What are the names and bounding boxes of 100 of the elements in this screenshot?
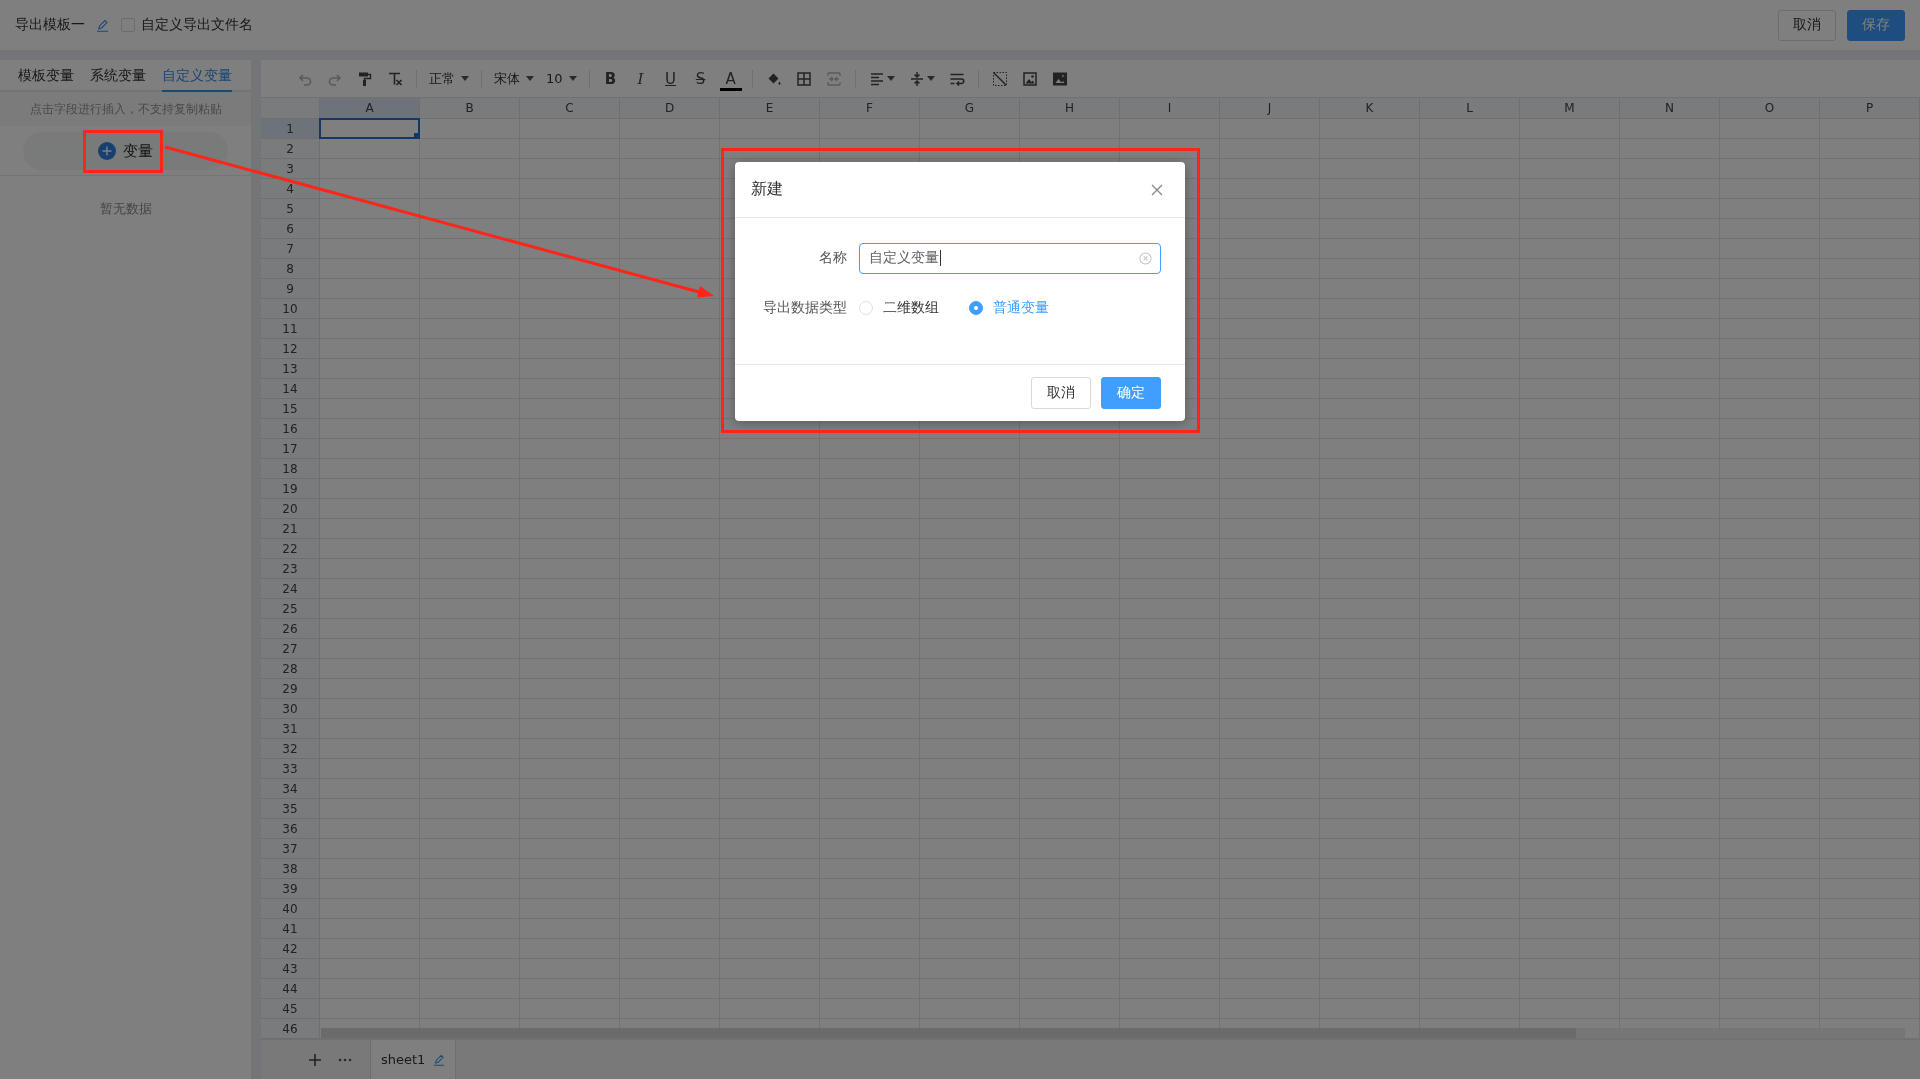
row-header[interactable]: 31 (261, 719, 320, 739)
borders-icon[interactable] (795, 70, 812, 87)
row-header[interactable]: 7 (261, 239, 320, 259)
pencil-icon[interactable] (96, 18, 109, 32)
row-header[interactable]: 44 (261, 979, 320, 999)
row-header[interactable]: 41 (261, 919, 320, 939)
font-family-dropdown[interactable]: 宋体 (488, 66, 540, 91)
row-header[interactable]: 38 (261, 859, 320, 879)
row-header[interactable]: 32 (261, 739, 320, 759)
row-header[interactable]: 45 (261, 999, 320, 1019)
row-header[interactable]: 23 (261, 559, 320, 579)
pencil-icon[interactable] (433, 1053, 446, 1066)
row-header[interactable]: 5 (261, 199, 320, 219)
column-header[interactable]: D (620, 98, 720, 119)
row-header[interactable]: 9 (261, 279, 320, 299)
column-header[interactable]: O (1720, 98, 1820, 119)
row-header[interactable]: 11 (261, 319, 320, 339)
cancel-button[interactable]: 取消 (1031, 377, 1091, 409)
row-header[interactable]: 28 (261, 659, 320, 679)
row-header[interactable]: 40 (261, 899, 320, 919)
radio-button[interactable] (969, 301, 983, 315)
font-size-dropdown[interactable]: 10 (540, 66, 583, 91)
diagonal-border-icon[interactable] (991, 70, 1008, 87)
row-header[interactable]: 36 (261, 819, 320, 839)
column-header[interactable]: J (1220, 98, 1320, 119)
save-button[interactable]: 保存 (1847, 9, 1905, 41)
selected-cell[interactable] (319, 118, 420, 139)
row-header[interactable]: 1 (261, 119, 320, 139)
add-sheet-icon[interactable] (309, 1053, 321, 1066)
column-header[interactable]: L (1420, 98, 1520, 119)
row-header[interactable]: 30 (261, 699, 320, 719)
radio-label[interactable]: 普通变量 (993, 299, 1049, 317)
clear-format-icon[interactable] (387, 70, 403, 87)
caret-icon[interactable] (926, 76, 935, 81)
row-header[interactable]: 20 (261, 499, 320, 519)
column-header[interactable]: A (320, 98, 420, 119)
column-header[interactable]: C (520, 98, 620, 119)
row-header[interactable]: 16 (261, 419, 320, 439)
bold-button[interactable]: B (599, 66, 622, 91)
column-header[interactable]: H (1020, 98, 1120, 119)
align-left-icon[interactable] (868, 70, 885, 87)
italic-button[interactable]: I (629, 66, 652, 91)
column-header[interactable]: P (1820, 98, 1920, 119)
row-header[interactable]: 13 (261, 359, 320, 379)
tab[interactable]: 系统变量 (90, 60, 146, 92)
column-header[interactable]: E (720, 98, 820, 119)
checkbox-label[interactable]: 自定义导出文件名 (141, 16, 253, 34)
underline-button[interactable]: U (659, 66, 682, 91)
cancel-button[interactable]: 取消 (1778, 9, 1836, 41)
column-header[interactable]: N (1620, 98, 1720, 119)
radio-label[interactable]: 二维数组 (883, 299, 939, 317)
cell-grid[interactable] (320, 119, 1920, 1039)
row-header[interactable]: 37 (261, 839, 320, 859)
sheet-tab[interactable]: sheet1 (370, 1040, 457, 1079)
row-header[interactable]: 42 (261, 939, 320, 959)
add-variable-button[interactable]: 变量 (23, 132, 228, 170)
format-painter-icon[interactable] (357, 70, 373, 87)
close-icon[interactable] (1151, 183, 1163, 196)
row-header[interactable]: 12 (261, 339, 320, 359)
font-color-button[interactable]: A (719, 66, 742, 91)
row-header[interactable]: 39 (261, 879, 320, 899)
name-input[interactable]: 自定义变量 (859, 242, 1161, 274)
caret-icon[interactable] (886, 76, 895, 81)
row-header[interactable]: 14 (261, 379, 320, 399)
vertical-align-icon[interactable] (908, 70, 925, 87)
row-header[interactable]: 24 (261, 579, 320, 599)
corner-cell[interactable] (261, 98, 320, 119)
row-header[interactable]: 10 (261, 299, 320, 319)
row-header[interactable]: 46 (261, 1019, 320, 1039)
paragraph-style-dropdown[interactable]: 正常 (423, 66, 475, 91)
row-header[interactable]: 22 (261, 539, 320, 559)
column-header[interactable]: F (820, 98, 920, 119)
row-header[interactable]: 26 (261, 619, 320, 639)
strikethrough-button[interactable]: S (689, 66, 712, 91)
image-icon[interactable] (1051, 70, 1068, 87)
column-header[interactable]: G (920, 98, 1020, 119)
row-header[interactable]: 8 (261, 259, 320, 279)
row-header[interactable]: 29 (261, 679, 320, 699)
row-header[interactable]: 34 (261, 779, 320, 799)
row-header[interactable]: 43 (261, 959, 320, 979)
column-header[interactable]: M (1520, 98, 1620, 119)
row-header[interactable]: 25 (261, 599, 320, 619)
row-header[interactable]: 33 (261, 759, 320, 779)
row-header[interactable]: 19 (261, 479, 320, 499)
row-header[interactable]: 21 (261, 519, 320, 539)
more-icon[interactable] (338, 1057, 352, 1062)
row-header[interactable]: 6 (261, 219, 320, 239)
column-header[interactable]: K (1320, 98, 1420, 119)
row-header[interactable]: 17 (261, 439, 320, 459)
row-header[interactable]: 27 (261, 639, 320, 659)
row-header[interactable]: 15 (261, 399, 320, 419)
row-header[interactable]: 2 (261, 139, 320, 159)
row-header[interactable]: 3 (261, 159, 320, 179)
confirm-button[interactable]: 确定 (1101, 377, 1161, 409)
row-header[interactable]: 18 (261, 459, 320, 479)
image-icon[interactable] (1021, 70, 1038, 87)
tab[interactable]: 模板变量 (18, 60, 74, 92)
row-header[interactable]: 35 (261, 799, 320, 819)
column-header[interactable]: B (420, 98, 520, 119)
column-header[interactable]: I (1120, 98, 1220, 119)
